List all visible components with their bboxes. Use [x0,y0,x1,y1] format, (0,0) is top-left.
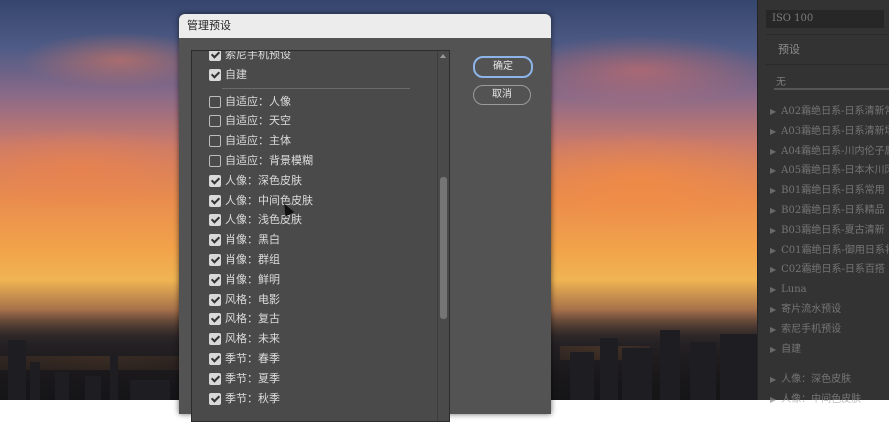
preset-checklist-item[interactable]: 人像：深色皮肤 [192,171,436,191]
preset-checklist-label: 风格：未来 [225,332,280,346]
checkbox-unchecked-icon[interactable] [209,95,221,108]
checkbox-checked-icon[interactable] [209,372,221,385]
preset-checklist-label: 季节：秋季 [225,391,280,405]
checkbox-checked-icon[interactable] [209,333,221,346]
checkbox-checked-icon[interactable] [209,352,221,365]
preset-checklist-item[interactable]: 风格：电影 [192,290,436,310]
checkbox-unchecked-icon[interactable] [209,154,221,167]
modal-overlay [757,0,889,400]
preset-checklist-label: 自适应：主体 [225,134,291,148]
preset-checklist-item[interactable]: 风格：未来 [192,329,436,349]
checkbox-checked-icon[interactable] [209,194,221,207]
checkbox-checked-icon[interactable] [209,273,221,286]
preset-checklist-item[interactable]: 季节：春季 [192,349,436,369]
preset-checklist-item[interactable]: 肖像：黑白 [192,230,436,250]
preset-checklist-label: 风格：电影 [225,292,280,306]
preset-checklist-label: 人像：浅色皮肤 [225,213,302,227]
list-separator [222,87,410,89]
preset-checklist-label: 季节：春季 [225,351,280,365]
scrollbar-thumb[interactable] [440,177,447,319]
preset-checklist-label: 自建 [225,67,247,81]
preset-checklist-item[interactable]: 人像：浅色皮肤 [192,210,436,230]
ok-button[interactable]: 确定 [473,56,533,78]
preset-checklist-label: 肖像：黑白 [225,233,280,247]
checkbox-unchecked-icon[interactable] [209,135,221,148]
preset-checklist-item[interactable]: 自适应：背景模糊 [192,151,436,171]
checkbox-checked-icon[interactable] [209,253,221,266]
checkbox-checked-icon[interactable] [209,174,221,187]
preset-checklist-item[interactable]: 索尼手机预设 [192,50,436,65]
preset-checklist-label: 自适应：人像 [225,94,291,108]
checkbox-checked-icon[interactable] [209,392,221,405]
scroll-up-icon[interactable] [440,54,446,58]
preset-checklist[interactable]: 索尼手机预设 自建自适应：人像 自适应：天空 自适应：主体自适应：背景模糊 人像：深色皮… [191,50,450,422]
preset-checklist-item[interactable]: 自建 [192,65,436,85]
preset-checklist-label: 肖像：鲜明 [225,272,280,286]
preset-checklist-item[interactable]: 风格：复古 [192,309,436,329]
checkbox-checked-icon[interactable] [209,234,221,247]
preset-checklist-label: 风格：复古 [225,312,280,326]
preset-checklist-item[interactable]: 季节：夏季 [192,369,436,389]
scrollbar[interactable] [437,51,449,421]
preset-checklist-item[interactable]: 肖像：群组 [192,250,436,270]
checkbox-checked-icon[interactable] [209,313,221,326]
checkbox-checked-icon[interactable] [209,51,221,61]
preset-checklist-item[interactable]: 自适应：主体 [192,131,436,151]
dialog-title: 管理预设 [179,14,551,38]
checkbox-checked-icon[interactable] [209,293,221,306]
preset-checklist-item[interactable]: 季节：秋季 [192,389,436,409]
checkbox-checked-icon[interactable] [209,68,221,81]
preset-checklist-label: 自适应：天空 [225,114,291,128]
checkbox-unchecked-icon[interactable] [209,115,221,128]
preset-checklist-item[interactable]: 肖像：鲜明 [192,270,436,290]
preset-checklist-label: 人像：中间色皮肤 [225,193,313,207]
preset-checklist-label: 季节：夏季 [225,371,280,385]
preset-checklist-item[interactable]: 自适应：天空 [192,111,436,131]
cancel-button[interactable]: 取消 [473,85,531,105]
preset-checklist-label: 人像：深色皮肤 [225,173,302,187]
preset-checklist-label: 索尼手机预设 [225,50,291,61]
preset-checklist-label: 肖像：群组 [225,252,280,266]
manage-presets-dialog: 管理预设 索尼手机预设 自建自适应：人像 自适应：天空 自适应：主体自适应：背景模糊人… [179,14,551,422]
preset-checklist-item[interactable]: 人像：中间色皮肤 [192,191,436,211]
preset-checklist-item[interactable]: 自适应：人像 [192,92,436,112]
checkbox-checked-icon[interactable] [209,214,221,227]
preset-checklist-label: 自适应：背景模糊 [225,153,313,167]
